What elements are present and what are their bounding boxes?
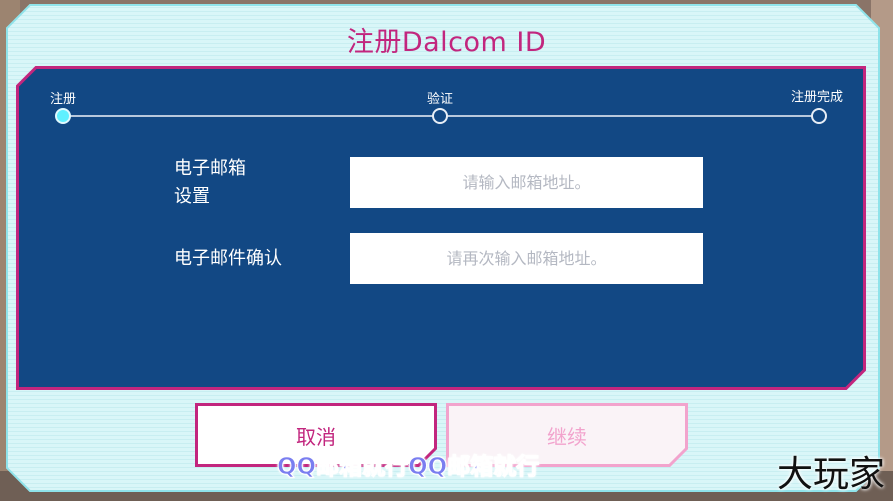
email-label-line1: 电子邮箱	[174, 158, 246, 179]
step-label-verify: 验证	[427, 92, 454, 107]
email-confirm-label: 电子邮件确认	[174, 248, 282, 269]
email-input[interactable]	[350, 157, 703, 208]
dialog-title: 注册Dalcom ID	[346, 27, 547, 58]
email-label: 电子邮箱 设置	[174, 155, 246, 211]
step-dot-complete	[811, 108, 827, 124]
video-subtitle: QQ邮箱就行QQ邮箱就行	[276, 454, 540, 481]
step-label-register: 注册	[50, 92, 77, 107]
step-label-complete: 注册完成	[791, 90, 844, 105]
watermark-logo: 大玩家	[776, 454, 885, 495]
email-label-line2: 设置	[174, 186, 210, 207]
step-dot-register	[55, 108, 71, 124]
email-confirm-input[interactable]	[350, 233, 703, 284]
step-dot-verify	[432, 108, 448, 124]
